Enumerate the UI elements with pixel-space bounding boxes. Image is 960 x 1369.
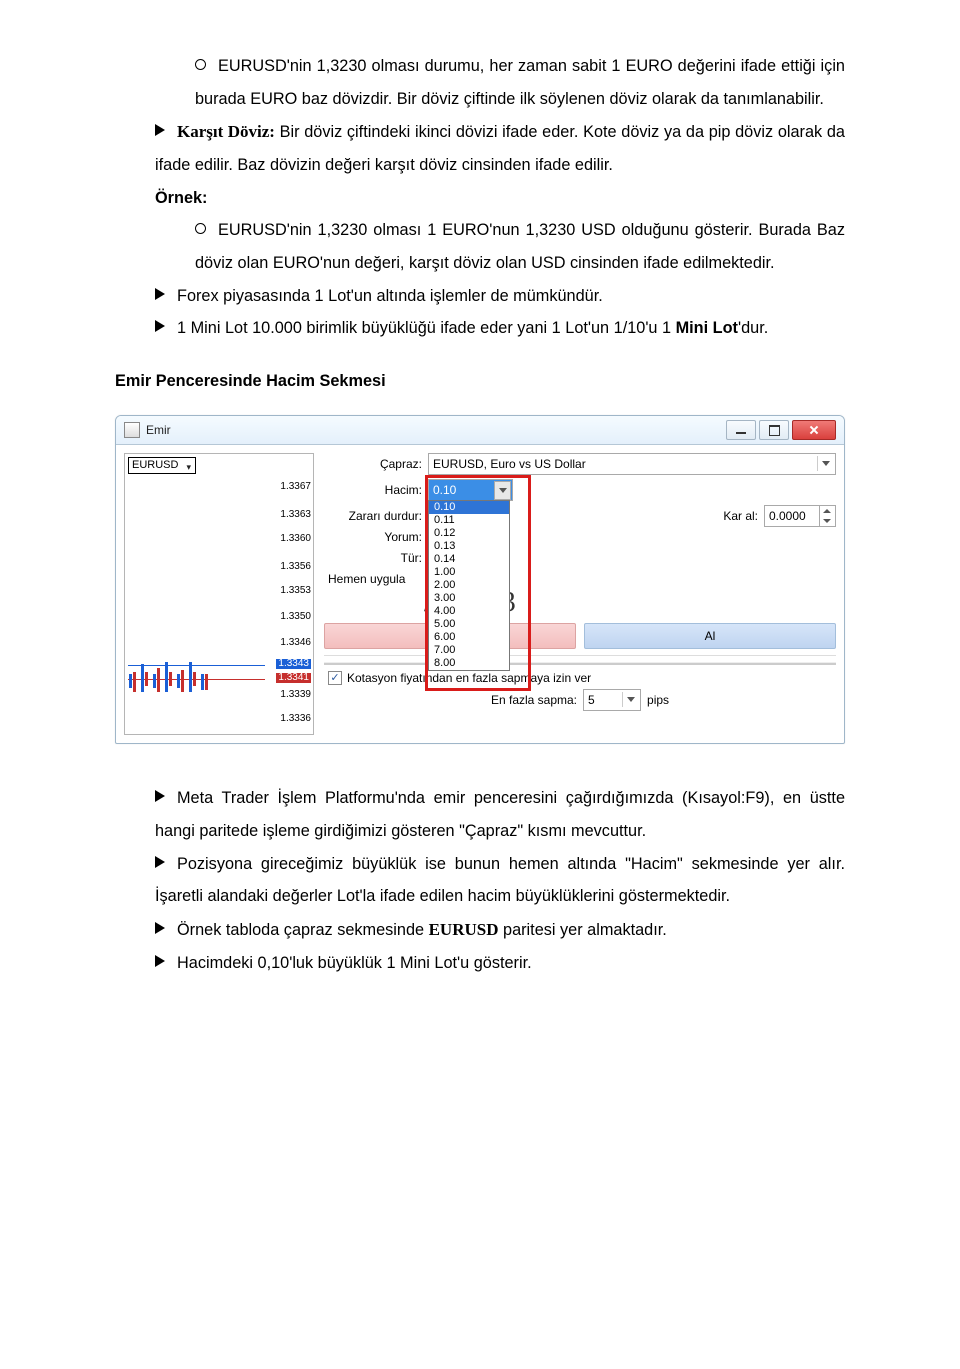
hacim-option[interactable]: 0.13 [429, 540, 509, 553]
bullet-triangle-icon [155, 856, 165, 868]
minimize-button[interactable] [726, 420, 756, 440]
hacim-option[interactable]: 4.00 [429, 605, 509, 618]
bullet-triangle-icon [155, 288, 165, 300]
capraz-value: EURUSD, Euro vs US Dollar [433, 458, 586, 470]
deviation-checkbox[interactable] [328, 671, 342, 685]
label-hemen: Hemen uygula [324, 573, 411, 585]
hacim-option[interactable]: 0.14 [429, 553, 509, 566]
window-title: Emir [146, 424, 171, 436]
tick-label: 1.3363 [280, 510, 311, 520]
order-form: Çapraz: EURUSD, Euro vs US Dollar Hacim:… [324, 453, 836, 735]
hacim-combobox[interactable]: 0.10 [428, 479, 513, 501]
hacim-option[interactable]: 5.00 [429, 618, 509, 631]
label-ornek: Örnek: [155, 182, 845, 215]
text: EURUSD'nin 1,3230 olması durumu, her zam… [195, 57, 845, 108]
paragraph: EURUSD'nin 1,3230 olması 1 EURO'nun 1,32… [195, 214, 845, 279]
price-chart: EURUSD ▾ 1.3367 1.3363 1.3360 1.3356 1.3… [124, 453, 314, 735]
symbol-label: EURUSD [132, 460, 178, 471]
paragraph: Pozisyona gireceğimiz büyüklük ise bunun… [155, 848, 845, 913]
hacim-option[interactable]: 0.11 [429, 514, 509, 527]
paragraph: Meta Trader İşlem Platformu'nda emir pen… [155, 782, 845, 847]
text: 1 Mini Lot 10.000 birimlik büyüklüğü ifa… [177, 319, 676, 337]
text: 'dur. [738, 319, 768, 337]
kar-input[interactable]: 0.0000 [764, 505, 836, 527]
text: Hacimdeki 0,10'luk büyüklük 1 Mini Lot'u… [177, 954, 532, 972]
section-heading: Emir Penceresinde Hacim Sekmesi [115, 365, 845, 398]
hacim-option[interactable]: 0.10 [429, 501, 509, 514]
sapma-combobox[interactable]: 5 [583, 689, 641, 711]
text: Forex piyasasında 1 Lot'un altında işlem… [177, 287, 603, 305]
text: Pozisyona gireceğimiz büyüklük ise bunun… [155, 855, 845, 906]
label-zarar: Zararı durdur: [324, 510, 428, 522]
paragraph: Örnek tabloda çapraz sekmesinde EURUSD p… [155, 913, 845, 947]
text-bold: Örnek: [155, 189, 207, 207]
bullet-triangle-icon [155, 124, 165, 136]
bullet-triangle-icon [155, 790, 165, 802]
text-bold: Karşıt Döviz: [177, 122, 275, 141]
price-badge-ask: 1.3341 [276, 673, 311, 683]
buy-button[interactable]: Al [584, 623, 836, 649]
text: Örnek tabloda çapraz sekmesinde [177, 921, 429, 939]
price-badge-bid: 1.3343 [276, 659, 311, 669]
tick-label: 1.3346 [280, 638, 311, 648]
hacim-option[interactable]: 0.12 [429, 527, 509, 540]
label-pips: pips [647, 694, 669, 706]
hacim-option[interactable]: 7.00 [429, 644, 509, 657]
label-hacim: Hacim: [324, 484, 428, 496]
label-kar: Kar al: [698, 510, 764, 522]
text: EURUSD'nin 1,3230 olması 1 EURO'nun 1,32… [195, 221, 845, 272]
tick-label: 1.3360 [280, 534, 311, 544]
app-icon [124, 422, 140, 438]
deviation-label: Kotasyon fiyatından en fazla sapmaya izi… [347, 672, 591, 684]
maximize-button[interactable] [759, 420, 789, 440]
text: paritesi yer almaktadır. [499, 921, 667, 939]
hacim-option[interactable]: 3.00 [429, 592, 509, 605]
tick-label: 1.3336 [280, 714, 311, 724]
hacim-option[interactable]: 6.00 [429, 631, 509, 644]
label-yorum: Yorum: [324, 531, 428, 543]
paragraph: EURUSD'nin 1,3230 olması durumu, her zam… [195, 50, 845, 115]
buy-label: Al [705, 630, 716, 642]
bullet-triangle-icon [155, 922, 165, 934]
titlebar: Emir [116, 416, 844, 445]
hacim-option[interactable]: 2.00 [429, 579, 509, 592]
label-capraz: Çapraz: [324, 458, 428, 470]
tick-label: 1.3353 [280, 586, 311, 596]
paragraph: Forex piyasasında 1 Lot'un altında işlem… [155, 280, 845, 313]
text-bold: Mini Lot [676, 319, 738, 337]
paragraph: Hacimdeki 0,10'luk büyüklük 1 Mini Lot'u… [155, 947, 845, 980]
capraz-select[interactable]: EURUSD, Euro vs US Dollar [428, 453, 836, 475]
bullet-circle-icon [195, 223, 206, 234]
tick-label: 1.3339 [280, 690, 311, 700]
bullet-triangle-icon [155, 320, 165, 332]
text: Meta Trader İşlem Platformu'nda emir pen… [155, 789, 845, 840]
hacim-option[interactable]: 1.00 [429, 566, 509, 579]
label-sapma: En fazla sapma: [491, 694, 583, 706]
symbol-selector[interactable]: EURUSD ▾ [128, 457, 196, 474]
kar-value: 0.0000 [769, 510, 806, 522]
close-button[interactable] [792, 420, 836, 440]
text-bold: EURUSD [429, 920, 499, 939]
order-window: Emir EURUSD ▾ 1.3367 1.3363 1.3360 1.335… [115, 415, 845, 744]
tick-label: 1.3350 [280, 612, 311, 622]
paragraph: 1 Mini Lot 10.000 birimlik büyüklüğü ifa… [155, 312, 845, 345]
hacim-option[interactable]: 8.00 [429, 657, 509, 670]
hacim-dropdown[interactable]: 0.100.110.120.130.141.002.003.004.005.00… [428, 500, 510, 671]
label-tur: Tür: [324, 552, 428, 564]
tick-label: 1.3367 [280, 482, 311, 492]
bullet-circle-icon [195, 59, 206, 70]
tick-label: 1.3356 [280, 562, 311, 572]
sapma-value: 5 [588, 694, 595, 706]
paragraph: Karşıt Döviz: Bir döviz çiftindeki ikinc… [155, 115, 845, 182]
bullet-triangle-icon [155, 955, 165, 967]
hacim-value: 0.10 [433, 484, 456, 496]
